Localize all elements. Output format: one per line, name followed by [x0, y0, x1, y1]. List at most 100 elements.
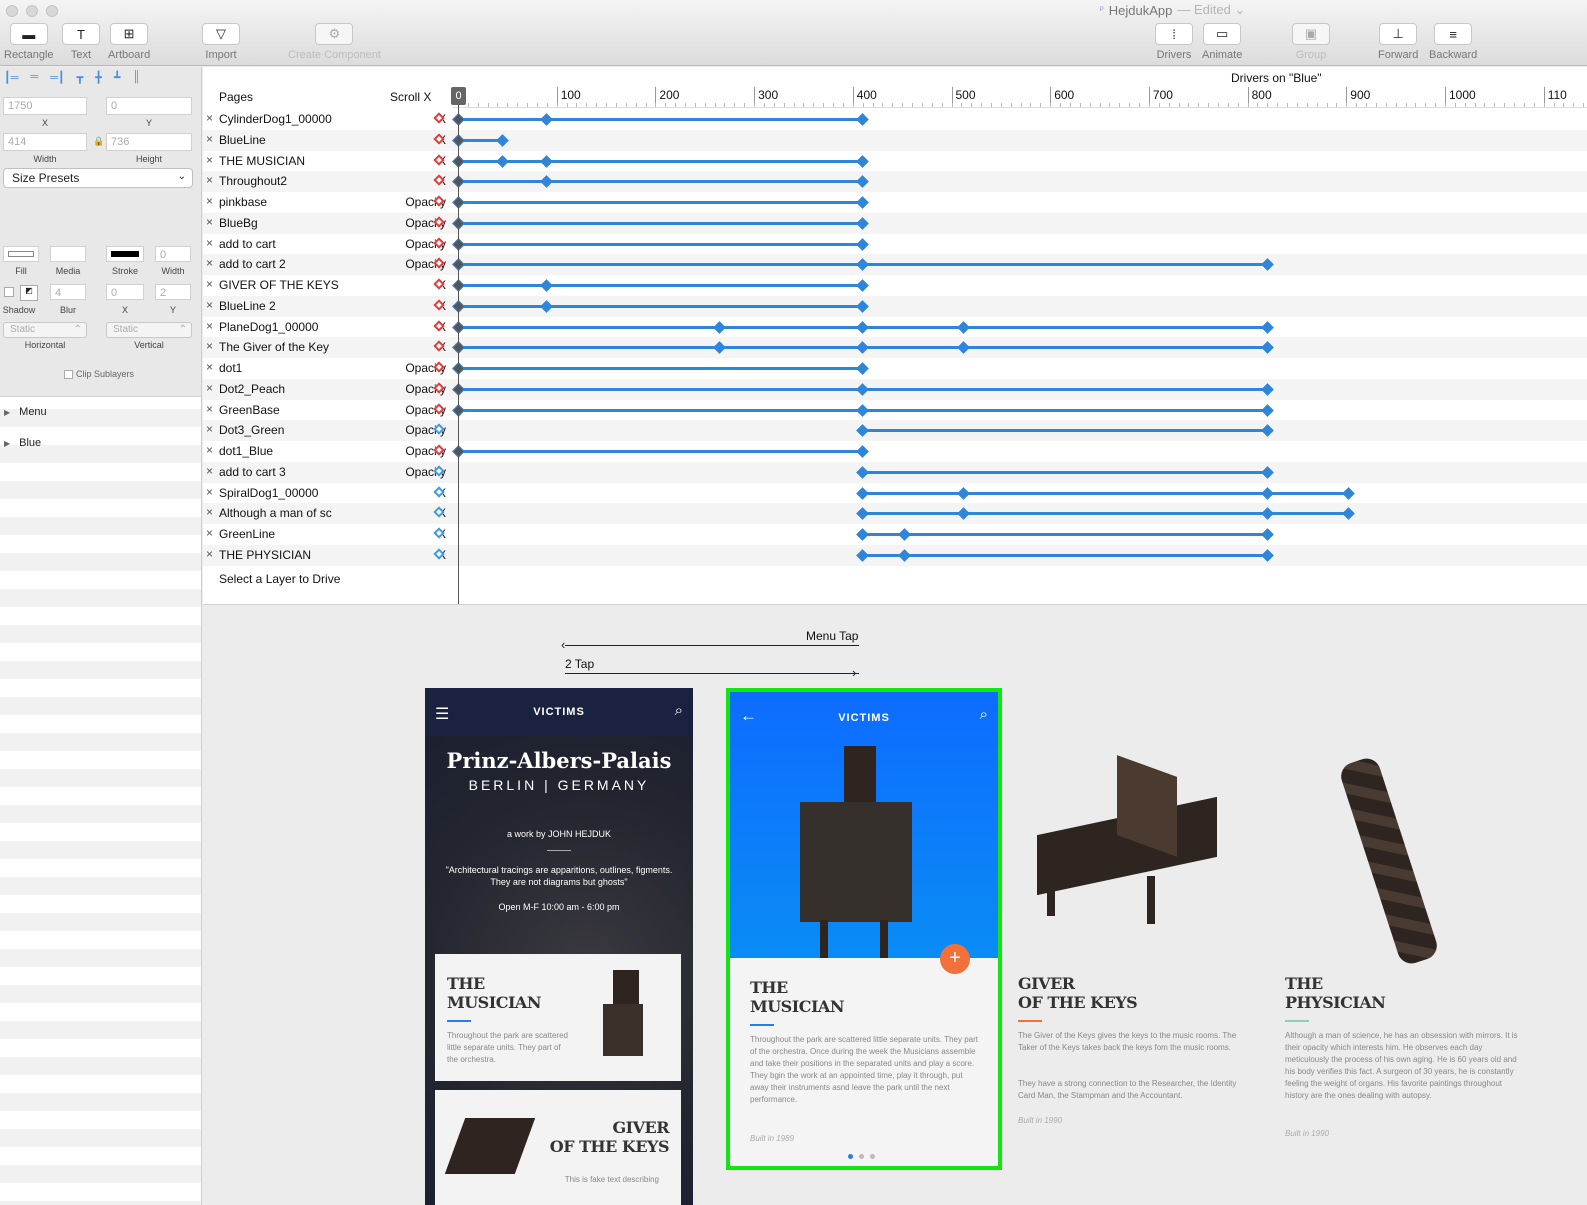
add-fab-button[interactable]: + [940, 944, 970, 974]
keyframe-diamond[interactable] [856, 528, 870, 541]
height-field[interactable]: 736 [106, 133, 192, 151]
remove-driver-icon[interactable]: × [206, 422, 213, 436]
keyframe-diamond[interactable] [856, 258, 870, 272]
keyframe-diamond[interactable] [1260, 341, 1274, 355]
remove-driver-icon[interactable]: × [206, 547, 213, 561]
keyframe-diamond[interactable] [856, 113, 870, 126]
driver-row[interactable]: ×THE MUSICIANX [203, 151, 1587, 172]
back-arrow-icon[interactable]: ← [740, 706, 757, 726]
keyframe-diamond[interactable] [856, 279, 870, 292]
driver-row[interactable]: × dot1 Opacity [203, 358, 1587, 379]
keyframe-diamond[interactable] [496, 133, 509, 147]
driver-row[interactable]: × pinkbase Opacity [203, 192, 1587, 213]
keyframe-diamond[interactable] [856, 465, 870, 479]
stroke-width-field[interactable]: 0 [155, 246, 191, 262]
keyframe-diamond[interactable] [856, 237, 870, 251]
media-well[interactable] [50, 246, 86, 262]
remove-driver-icon[interactable]: × [206, 402, 213, 416]
distribute-icon[interactable]: ║ [133, 71, 141, 84]
driver-row[interactable]: × Dot3_Green Opacity [203, 420, 1587, 442]
horizontal-select[interactable]: Static ⌃ [3, 322, 87, 338]
remove-driver-icon[interactable]: × [206, 505, 213, 519]
remove-driver-icon[interactable]: × [206, 485, 213, 499]
keyframe-diamond[interactable] [1260, 424, 1274, 438]
remove-driver-icon[interactable]: × [206, 173, 213, 187]
search-icon[interactable]: ⌕ [980, 706, 988, 723]
keyframe-diamond[interactable] [1260, 486, 1274, 500]
remove-driver-icon[interactable]: × [206, 215, 213, 229]
hamburger-menu-icon[interactable]: ☰ [435, 704, 449, 724]
keyframe-diamond[interactable] [540, 113, 554, 126]
keyframe-diamond[interactable] [856, 320, 870, 334]
lock-icon[interactable]: 🔒 [93, 136, 104, 147]
disclosure-triangle-icon[interactable]: ▶ [4, 439, 10, 448]
driver-row[interactable]: ×BlueLineX [203, 129, 1587, 151]
keyframe-diamond[interactable] [1341, 486, 1355, 500]
keyframe-diamond[interactable] [1260, 528, 1274, 541]
keyframe-diamond[interactable] [1260, 465, 1274, 479]
driver-row[interactable]: ×Although a man of scX [203, 503, 1587, 525]
remove-driver-icon[interactable]: × [206, 194, 213, 208]
keyframe-diamond[interactable] [540, 154, 554, 168]
keyframe-diamond[interactable] [856, 486, 870, 500]
keyframe-diamond[interactable] [856, 382, 870, 396]
remove-driver-icon[interactable]: × [206, 132, 213, 146]
keyframe-diamond[interactable] [1341, 507, 1355, 521]
two-tap-arrow[interactable] [565, 673, 859, 674]
edited-status[interactable]: — Edited ⌄ [1177, 2, 1245, 18]
shadow-color-well[interactable]: ◩ [20, 285, 38, 301]
keyframe-diamond[interactable] [856, 216, 870, 230]
driver-row[interactable]: ×PlaneDog1_00000X [203, 317, 1587, 338]
remove-driver-icon[interactable]: × [206, 443, 213, 457]
keyframe-diamond[interactable] [540, 175, 554, 189]
keyframe-diamond[interactable] [713, 341, 726, 355]
remove-driver-icon[interactable]: × [206, 236, 213, 250]
keyframe-diamond[interactable] [1260, 382, 1274, 396]
keyframe-diamond[interactable] [956, 341, 970, 355]
remove-driver-icon[interactable]: × [206, 526, 213, 540]
remove-driver-icon[interactable]: × [206, 381, 213, 395]
card-the-musician[interactable]: THE MUSICIAN Throughout the park are scat… [435, 954, 681, 1081]
drivers-button[interactable]: ⁞ Drivers [1155, 23, 1193, 61]
clip-sublayers-checkbox[interactable]: Clip Sublayers [64, 369, 134, 379]
fill-well[interactable] [3, 246, 39, 262]
shadow-checkbox[interactable] [4, 287, 14, 297]
size-presets-select[interactable]: Size Presets ⌄ [3, 168, 193, 188]
driver-row[interactable]: ×CylinderDog1_00000X [203, 109, 1587, 130]
remove-driver-icon[interactable]: × [206, 111, 213, 125]
keyframe-diamond[interactable] [540, 279, 554, 292]
keyframe-diamond[interactable] [856, 507, 870, 521]
remove-driver-icon[interactable]: × [206, 339, 213, 353]
driver-row[interactable]: × dot1_Blue Opacity [203, 441, 1587, 462]
keyframe-diamond[interactable] [856, 154, 870, 168]
keyframe-diamond[interactable] [1260, 258, 1274, 272]
layer-item-menu[interactable]: ▶ Menu [0, 397, 201, 427]
width-field[interactable]: 414 [3, 133, 87, 151]
driver-row[interactable]: ×GreenLineX [203, 524, 1587, 545]
search-icon[interactable]: ⌕ [675, 702, 683, 719]
disclosure-triangle-icon[interactable]: ▶ [4, 408, 10, 417]
keyframe-diamond[interactable] [496, 154, 509, 168]
driver-row[interactable]: × add to cart Opacity [203, 234, 1587, 255]
align-left-icon[interactable]: ┃═ [4, 71, 18, 84]
driver-row[interactable]: ×GIVER OF THE KEYSX [203, 275, 1587, 296]
keyframe-diamond[interactable] [856, 341, 870, 355]
align-center-h-icon[interactable]: ═ [30, 71, 38, 84]
page-dot[interactable] [870, 1154, 875, 1159]
minimize-window-button[interactable] [26, 5, 38, 17]
keyframe-diamond[interactable] [1260, 320, 1274, 334]
remove-driver-icon[interactable]: × [206, 464, 213, 478]
keyframe-diamond[interactable] [856, 445, 870, 458]
keyframe-diamond[interactable] [897, 528, 911, 541]
forward-button[interactable]: ⊥ Forward [1378, 23, 1418, 61]
x-field[interactable]: 1750 [3, 97, 87, 115]
page-dot[interactable] [848, 1154, 853, 1159]
align-right-icon[interactable]: ═┃ [50, 71, 64, 84]
artboard-menu[interactable]: VICTIMS ☰ ⌕ Prinz-Albers-Palais BERLIN |… [425, 688, 693, 1205]
driver-row[interactable]: × BlueBg Opacity [203, 212, 1587, 234]
stroke-well[interactable] [106, 246, 144, 262]
keyframe-diamond[interactable] [856, 403, 870, 417]
keyframe-diamond[interactable] [713, 320, 726, 334]
shadow-y-field[interactable]: 2 [155, 284, 191, 300]
y-field[interactable]: 0 [106, 97, 192, 115]
